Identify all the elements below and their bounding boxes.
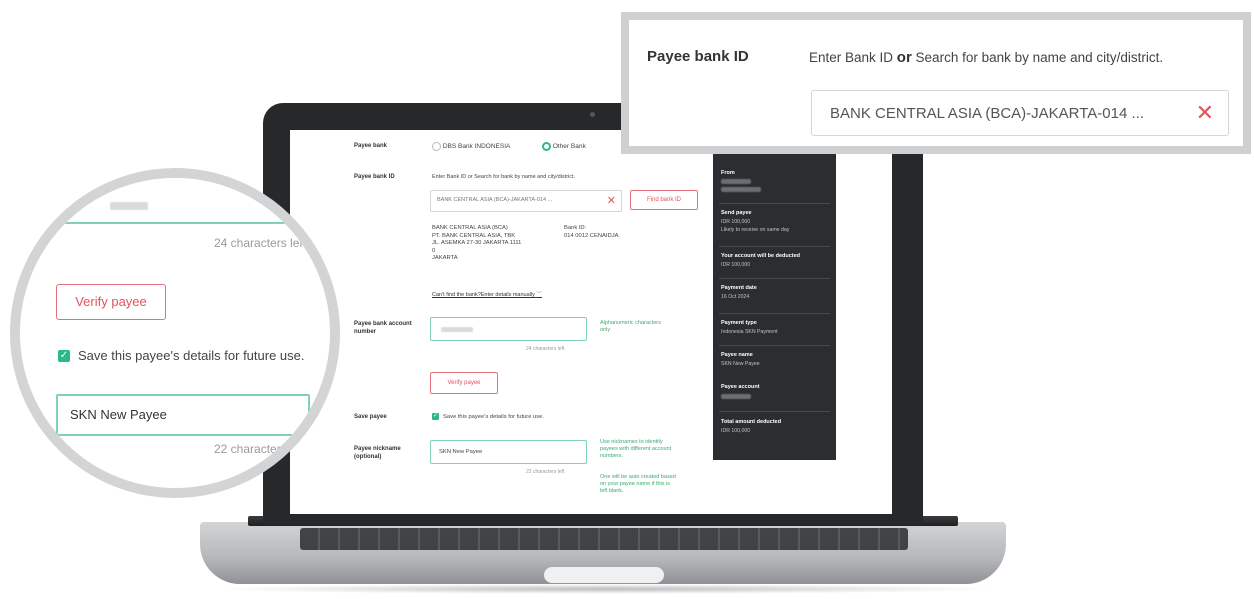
- payee-account-label: Payee account: [721, 384, 760, 390]
- nickname-input[interactable]: SKN New Payee: [430, 440, 587, 464]
- radio-selected-icon: [542, 142, 551, 151]
- send-payee-note: Likely to receive on same day: [721, 227, 790, 233]
- from-label: From: [721, 170, 735, 176]
- zoom-nickname-value: SKN New Payee: [70, 407, 167, 422]
- callout-hint-suffix: Search for bank by name and city/distric…: [911, 50, 1164, 65]
- save-payee-label: Save payee: [354, 414, 387, 420]
- webcam-icon: [590, 112, 595, 117]
- clear-x-icon[interactable]: ✕: [607, 194, 616, 207]
- payee-bank-label: Payee bank: [354, 143, 388, 149]
- masked-account-value: [441, 327, 473, 332]
- bank-id-hint: Enter Bank ID or Search for bank by name…: [432, 174, 576, 180]
- payment-type-label: Payment type: [721, 320, 757, 326]
- zoom-chars-left-bottom: 22 characters: [214, 442, 287, 456]
- bank-search-input[interactable]: BANK CENTRAL ASIA (BCA)-JAKARTA-014 ... …: [430, 190, 622, 212]
- callout-hint-or: or: [896, 49, 912, 66]
- zoom-verify-payee-button[interactable]: Verify payee: [56, 284, 166, 320]
- account-chars-left: 24 characters left: [526, 346, 565, 352]
- laptop-keyboard: [300, 528, 908, 550]
- payment-date-label: Payment date: [721, 285, 757, 291]
- cant-find-bank-text: Can't find the bank?Enter details manual…: [432, 292, 535, 298]
- divider: [719, 278, 830, 279]
- deducted-value: IDR 100,000: [721, 262, 751, 268]
- bank-detail-line: JAKARTA: [432, 255, 458, 261]
- callout-hint-prefix: Enter Bank ID: [809, 50, 897, 65]
- divider: [719, 411, 830, 412]
- account-number-input[interactable]: [430, 317, 587, 341]
- divider: [719, 246, 830, 247]
- masked-from: [721, 187, 761, 192]
- payment-date-value: 16 Oct 2024: [721, 294, 750, 300]
- bank-id-block: Bank ID: 014 0012 CENAIDJA: [564, 225, 618, 240]
- nickname-chars-left: 22 characters left: [526, 469, 565, 475]
- zoom-account-input[interactable]: [64, 178, 328, 224]
- bank-search-value: BANK CENTRAL ASIA (BCA)-JAKARTA-014 ...: [437, 197, 553, 203]
- bank-id-value: 014 0012 CENAIDJA: [564, 232, 619, 239]
- find-bank-id-button[interactable]: Find bank ID: [630, 190, 698, 210]
- divider: [719, 345, 830, 346]
- payee-name-label: Payee name: [721, 352, 753, 358]
- radio-other-label: Other Bank: [552, 143, 586, 151]
- nickname-hint: Use nicknames to identify payees with di…: [600, 439, 672, 459]
- payee-bank-id-label: Payee bank ID: [354, 174, 395, 180]
- payment-summary-sidebar: From Send payee IDR 100,000 Likely to re…: [713, 146, 836, 460]
- nickname-label: Payee nickname (optional): [354, 446, 401, 460]
- bank-detail-line: PT. BANK CENTRAL ASIA, TBK: [432, 232, 516, 239]
- callout-bank-search-input[interactable]: BANK CENTRAL ASIA (BCA)-JAKARTA-014 ... …: [811, 90, 1229, 136]
- zoom-save-checkbox[interactable]: ✓: [58, 350, 70, 362]
- zoom-circle: 24 characters left Verify payee ✓ Save t…: [10, 168, 340, 498]
- masked-from: [721, 179, 751, 184]
- verify-payee-button[interactable]: Verify payee: [430, 372, 498, 394]
- save-payee-checkbox[interactable]: ✓: [432, 413, 439, 420]
- zoom-chars-left-top: 24 characters left: [214, 236, 307, 250]
- deducted-label: Your account will be deducted: [721, 253, 801, 259]
- bank-details: BANK CENTRAL ASIA (BCA) PT. BANK CENTRAL…: [432, 225, 521, 263]
- divider: [719, 313, 830, 314]
- laptop-trackpad-notch: [544, 567, 664, 583]
- send-payee-value: IDR 100,000: [721, 219, 751, 225]
- zoom-save-text: Save this payee's details for future use…: [78, 348, 305, 363]
- nickname-value: SKN New Payee: [439, 449, 483, 455]
- masked-payee-account: [721, 394, 751, 399]
- bank-detail-line: BANK CENTRAL ASIA (BCA): [432, 225, 508, 231]
- radio-unselected-icon: [432, 142, 441, 151]
- account-number-label: Payee bank account number: [354, 321, 412, 335]
- callout-label: Payee bank ID: [647, 48, 749, 65]
- masked-account-value: [110, 202, 148, 210]
- radio-dbs-label: DBS Bank INDONESIA: [442, 143, 511, 151]
- total-label: Total amount deducted: [721, 419, 782, 425]
- nickname-hint-2: One will be auto created based on your p…: [600, 474, 676, 494]
- payment-type-value: Indonesia SKN Payment: [721, 329, 778, 335]
- chevron-down-icon: ﹀: [536, 292, 542, 298]
- divider: [719, 203, 830, 204]
- payee-name-value: SKN New Payee: [721, 361, 760, 367]
- zoom-nickname-input[interactable]: SKN New Payee: [56, 394, 310, 436]
- clear-x-icon[interactable]: ✕: [1196, 100, 1214, 126]
- bank-detail-line: 0: [432, 247, 436, 254]
- send-payee-label: Send payee: [721, 210, 752, 216]
- bank-detail-line: JL. ASEMKA 27-30 JAKARTA 1111: [432, 240, 522, 246]
- bank-id-callout: Payee bank ID Enter Bank ID or Search fo…: [621, 12, 1251, 154]
- account-hint: Alphanumeric characters only: [600, 320, 661, 333]
- callout-hint: Enter Bank ID or Search for bank by name…: [809, 49, 1163, 66]
- radio-dbs[interactable]: DBS Bank INDONESIA: [432, 142, 510, 151]
- cant-find-bank-link[interactable]: Can't find the bank?Enter details manual…: [432, 290, 542, 298]
- total-value: IDR 100,000: [721, 428, 751, 434]
- bank-id-caption: Bank ID:: [564, 225, 587, 231]
- save-payee-text: Save this payee's details for future use…: [443, 414, 544, 420]
- callout-bank-search-value: BANK CENTRAL ASIA (BCA)-JAKARTA-014 ...: [830, 105, 1144, 122]
- radio-other-bank[interactable]: Other Bank: [542, 142, 586, 151]
- laptop-shadow: [210, 584, 1000, 594]
